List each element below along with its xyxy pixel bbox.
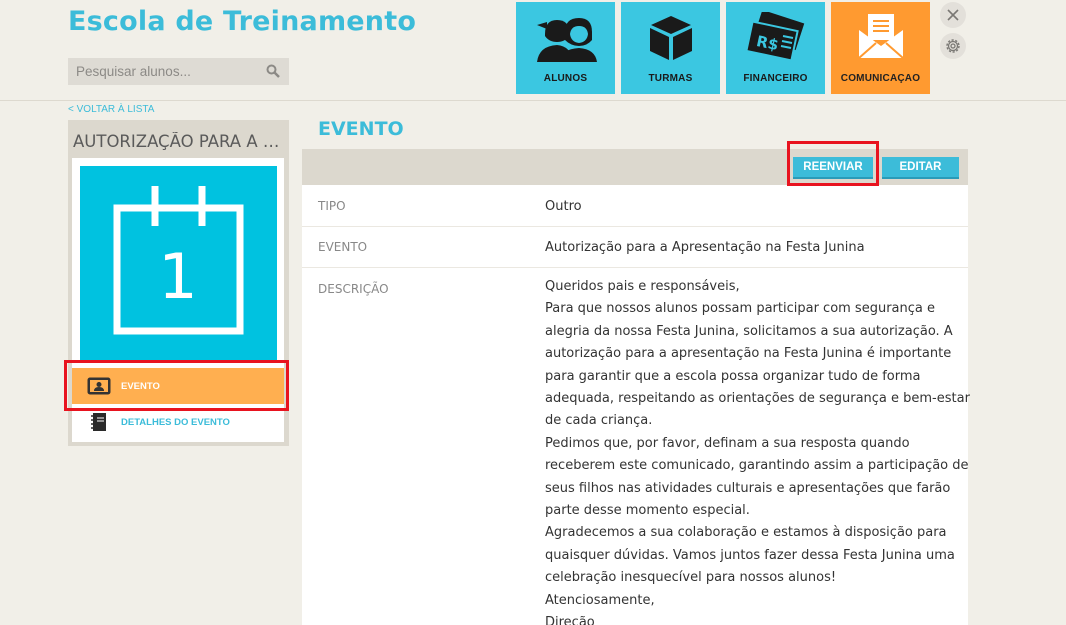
description-line: quaisquer dúvidas. Vamos juntos fazer de… bbox=[545, 547, 955, 563]
user-card-icon bbox=[87, 377, 111, 395]
sidebar-card: 1 EVENTO DETALHES DO EVENTO bbox=[72, 158, 284, 442]
nav-label: COMUNICAÇAO bbox=[840, 73, 921, 84]
close-icon bbox=[947, 9, 959, 21]
description-line: Agradecemos a sua colaboração e estamos … bbox=[545, 525, 947, 541]
sidebar-item-evento[interactable]: EVENTO bbox=[72, 368, 284, 404]
content-title: EVENTO bbox=[318, 118, 404, 140]
description-line: Queridos pais e responsáveis, bbox=[545, 279, 740, 294]
nav-tile-financeiro[interactable]: R$ FINANCEIRO bbox=[726, 2, 825, 94]
nav-label: FINANCEIRO bbox=[743, 73, 808, 84]
description-line: parte desse momento especial. bbox=[545, 503, 750, 519]
notebook-icon bbox=[87, 413, 111, 431]
header-divider bbox=[0, 100, 1066, 101]
description-line: Pedimos que, por favor, definam a sua re… bbox=[545, 435, 910, 451]
back-to-list-link[interactable]: < VOLTAR À LISTA bbox=[68, 104, 154, 115]
nav-label: TURMAS bbox=[648, 73, 693, 84]
description-line: para garantir que a escola possa organiz… bbox=[545, 368, 921, 384]
close-button[interactable] bbox=[940, 2, 966, 28]
sidebar-title: AUTORIZAÇÃO PARA A APRESENTAÇÃO NA FESTA… bbox=[73, 132, 285, 151]
description-text: Queridos pais e responsáveis, Para que n… bbox=[545, 276, 970, 625]
box-icon bbox=[649, 16, 692, 60]
sidebar-panel: AUTORIZAÇÃO PARA A APRESENTAÇÃO NA FESTA… bbox=[68, 120, 289, 446]
description-line: seus filhos nas atividades culturais e a… bbox=[545, 480, 951, 496]
gear-icon bbox=[946, 39, 960, 53]
description-line: adequada, respeitando as orientações de … bbox=[545, 391, 970, 407]
nav-tile-comunicacao[interactable]: COMUNICAÇAO bbox=[831, 2, 930, 94]
calendar-day: 1 bbox=[158, 240, 197, 313]
description-line: celebração inesquecível para nossos alun… bbox=[545, 570, 837, 586]
search-box bbox=[68, 58, 289, 85]
field-row-evento: EVENTO Autorização para a Apresentação n… bbox=[302, 227, 968, 268]
money-icon: R$ bbox=[744, 12, 804, 62]
description-line: Para que nossos alunos possam participar… bbox=[545, 301, 935, 317]
nav-tile-alunos[interactable]: ALUNOS bbox=[516, 2, 615, 94]
calendar-image: 1 bbox=[80, 166, 277, 360]
field-label: EVENTO bbox=[318, 240, 368, 254]
field-row-descricao: DESCRIÇÃO Queridos pais e responsáveis, … bbox=[302, 268, 970, 625]
edit-button[interactable]: EDITAR bbox=[882, 157, 959, 179]
search-input[interactable] bbox=[68, 58, 258, 85]
nav-tile-turmas[interactable]: TURMAS bbox=[621, 2, 720, 94]
calendar-icon: 1 bbox=[113, 186, 244, 335]
search-icon[interactable] bbox=[266, 64, 280, 78]
nav-label: ALUNOS bbox=[543, 73, 588, 84]
app-title: Escola de Treinamento bbox=[68, 6, 417, 37]
action-toolbar: REENVIAR EDITAR bbox=[302, 149, 968, 185]
description-line: Direção bbox=[545, 615, 595, 625]
students-icon bbox=[536, 18, 597, 62]
description-line: de cada criança. bbox=[545, 413, 653, 429]
description-line: autorização para a apresentação na Festa… bbox=[545, 346, 952, 362]
settings-button[interactable] bbox=[940, 33, 966, 59]
envelope-icon bbox=[857, 14, 904, 59]
description-line: alegria da nossa Festa Junina, solicitam… bbox=[545, 323, 953, 339]
detail-panel: TIPO Outro EVENTO Autorização para a Apr… bbox=[302, 185, 970, 625]
field-label: TIPO bbox=[318, 199, 346, 213]
field-value: Outro bbox=[545, 199, 582, 214]
field-row-tipo: TIPO Outro bbox=[302, 185, 968, 227]
description-line: Atenciosamente, bbox=[545, 592, 655, 608]
resend-button[interactable]: REENVIAR bbox=[793, 157, 873, 179]
sidebar-item-label: DETALHES DO EVENTO bbox=[121, 416, 230, 428]
sidebar-item-label: EVENTO bbox=[121, 380, 160, 392]
field-value: Autorização para a Apresentação na Festa… bbox=[545, 240, 865, 255]
sidebar-item-detalhes[interactable]: DETALHES DO EVENTO bbox=[72, 404, 284, 440]
description-line: receberem este comunicado, garantindo as… bbox=[545, 458, 969, 474]
field-label: DESCRIÇÃO bbox=[318, 282, 389, 296]
